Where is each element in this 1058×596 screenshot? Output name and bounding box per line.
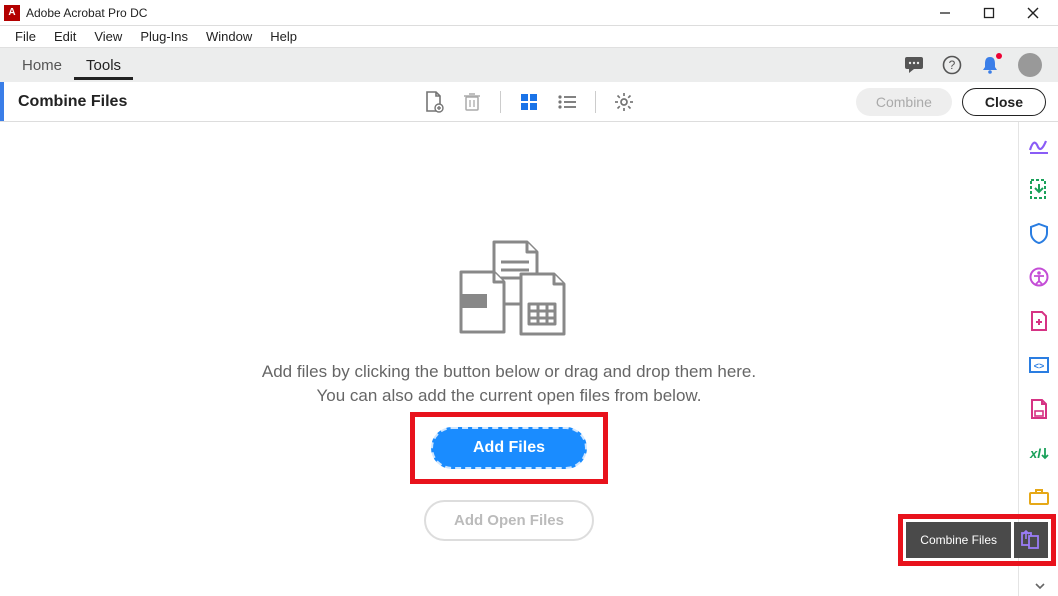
menu-view[interactable]: View bbox=[85, 27, 131, 46]
sign-tool-icon[interactable] bbox=[1028, 134, 1050, 156]
divider bbox=[500, 91, 501, 113]
combine-button[interactable]: Combine bbox=[856, 88, 952, 116]
menu-edit[interactable]: Edit bbox=[45, 27, 85, 46]
trash-icon[interactable] bbox=[462, 92, 482, 112]
accessibility-tool-icon[interactable] bbox=[1028, 266, 1050, 288]
bell-icon[interactable] bbox=[980, 55, 1000, 75]
add-files-button[interactable]: Add Files bbox=[431, 427, 587, 469]
grid-view-icon[interactable] bbox=[519, 92, 539, 112]
tool-title: Combine Files bbox=[12, 93, 127, 111]
maximize-button[interactable] bbox=[976, 3, 1002, 23]
save-tool-icon[interactable] bbox=[1028, 398, 1050, 420]
avatar[interactable] bbox=[1018, 53, 1042, 77]
tool-indicator-bar bbox=[0, 82, 4, 121]
add-page-icon[interactable] bbox=[424, 92, 444, 112]
menu-window[interactable]: Window bbox=[197, 27, 261, 46]
list-view-icon[interactable] bbox=[557, 92, 577, 112]
toolstrip: Combine Files Combine Close bbox=[0, 82, 1058, 122]
svg-text:<>: <> bbox=[1033, 361, 1044, 371]
files-illustration-icon bbox=[439, 232, 579, 342]
menu-plugins[interactable]: Plug-Ins bbox=[131, 27, 197, 46]
tab-row: Home Tools ? bbox=[0, 48, 1058, 82]
title-bar: A Adobe Acrobat Pro DC bbox=[0, 0, 1058, 26]
hint-line-1: Add files by clicking the button below o… bbox=[262, 362, 756, 382]
minimize-button[interactable] bbox=[932, 3, 958, 23]
briefcase-tool-icon[interactable] bbox=[1028, 486, 1050, 508]
divider bbox=[595, 91, 596, 113]
svg-text:?: ? bbox=[949, 58, 956, 72]
protect-tool-icon[interactable] bbox=[1028, 222, 1050, 244]
notification-dot bbox=[996, 53, 1002, 59]
drop-zone[interactable]: Add files by clicking the button below o… bbox=[0, 122, 1018, 596]
chat-icon[interactable] bbox=[904, 55, 924, 75]
menu-help[interactable]: Help bbox=[261, 27, 306, 46]
tab-tools[interactable]: Tools bbox=[74, 51, 133, 80]
tab-home[interactable]: Home bbox=[10, 51, 74, 80]
annotation-highlight-combine-tool: Combine Files bbox=[898, 514, 1056, 566]
window-title: Adobe Acrobat Pro DC bbox=[26, 6, 932, 20]
close-window-button[interactable] bbox=[1020, 3, 1046, 23]
menu-file[interactable]: File bbox=[6, 27, 45, 46]
combine-files-tool-icon[interactable] bbox=[1014, 522, 1048, 558]
add-open-files-button[interactable]: Add Open Files bbox=[424, 500, 594, 541]
rail-expand-chevron-icon[interactable] bbox=[1034, 582, 1046, 590]
excel-tool-icon[interactable]: xl bbox=[1028, 442, 1050, 464]
main-area: Add files by clicking the button below o… bbox=[0, 122, 1018, 596]
create-pdf-icon[interactable] bbox=[1028, 310, 1050, 332]
menu-bar: File Edit View Plug-Ins Window Help bbox=[0, 26, 1058, 48]
svg-text:xl: xl bbox=[1029, 446, 1041, 461]
close-tool-button[interactable]: Close bbox=[962, 88, 1046, 116]
app-icon: A bbox=[4, 5, 20, 21]
hint-line-2: You can also add the current open files … bbox=[317, 386, 702, 406]
window-controls bbox=[932, 3, 1054, 23]
combine-tooltip: Combine Files bbox=[906, 522, 1011, 558]
export-pdf-icon[interactable] bbox=[1028, 178, 1050, 200]
annotation-highlight-add-files: Add Files bbox=[410, 412, 608, 484]
form-tool-icon[interactable]: <> bbox=[1028, 354, 1050, 376]
help-icon[interactable]: ? bbox=[942, 55, 962, 75]
gear-icon[interactable] bbox=[614, 92, 634, 112]
